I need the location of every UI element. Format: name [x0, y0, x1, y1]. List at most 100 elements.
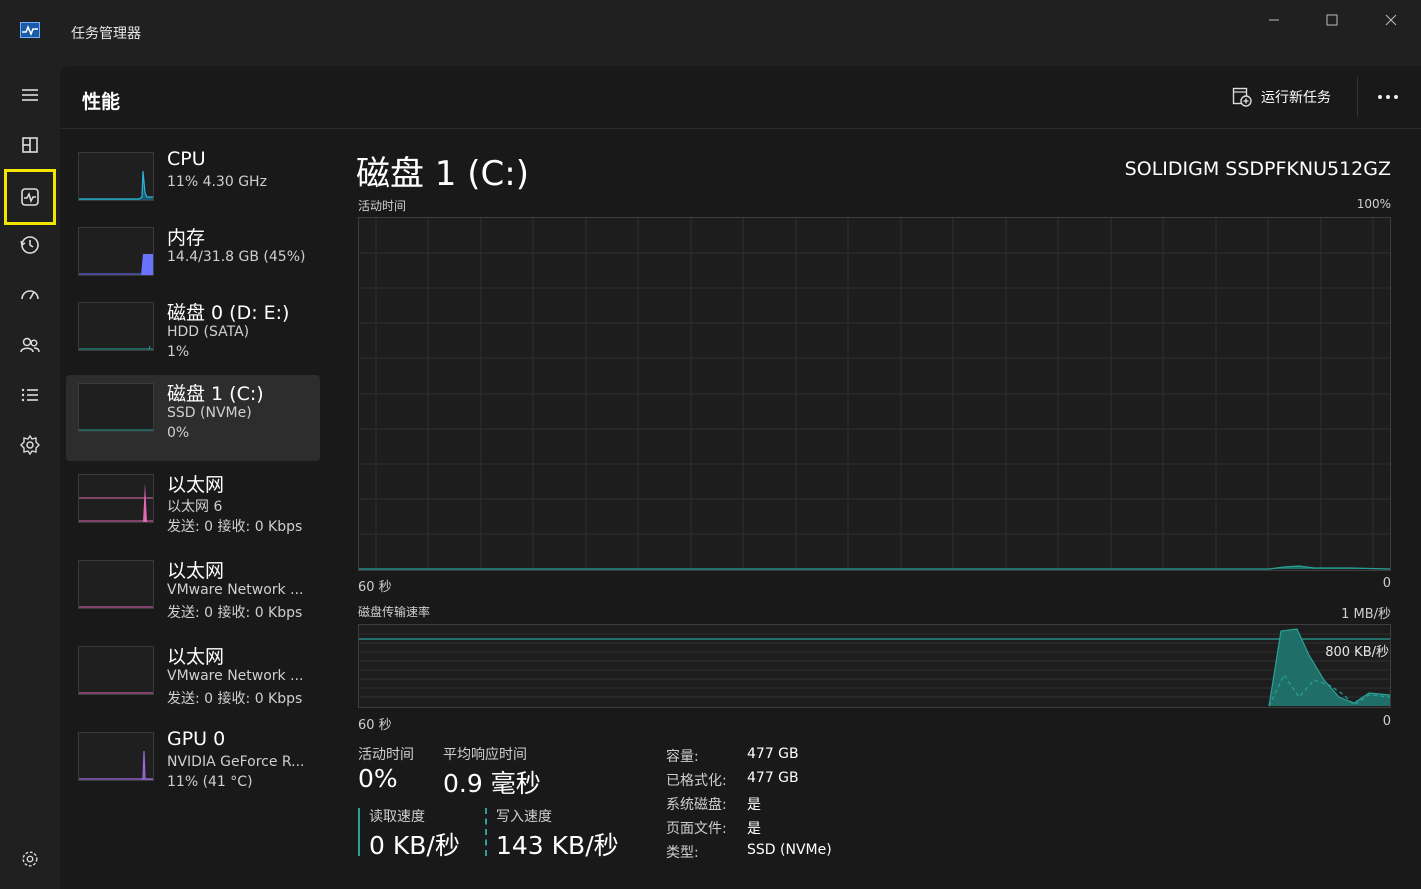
startup-icon: [21, 290, 39, 300]
prop-page-file-value: 是: [747, 821, 761, 837]
run-task-icon: [1232, 87, 1252, 107]
page-title: 性能: [82, 91, 121, 113]
active-time-graph-max: 100%: [1356, 197, 1391, 211]
run-new-task-label: 运行新任务: [1261, 90, 1331, 106]
prop-capacity-value: 477 GB: [747, 746, 799, 762]
device-name: GPU 0: [167, 728, 226, 750]
close-button[interactable]: [1376, 8, 1406, 32]
window-title: 任务管理器: [71, 26, 141, 42]
close-icon: [1385, 14, 1397, 26]
prop-type-label: 类型:: [666, 845, 699, 861]
device-detail: VMware Network ...: [167, 668, 304, 684]
run-new-task-button[interactable]: 运行新任务: [1232, 84, 1331, 110]
minimize-button[interactable]: [1259, 8, 1289, 32]
nav-users-button[interactable]: [5, 322, 55, 368]
device-detail: HDD (SATA): [167, 324, 250, 340]
header-divider: [1357, 77, 1358, 117]
device-item-ethernet-1[interactable]: 以太网 以太网 6 发送: 0 接收: 0 Kbps: [66, 466, 320, 552]
content-area: 性能 运行新任务 CPU 11% 4.30 GHz 内存 14.4/31.8 G…: [60, 66, 1421, 889]
maximize-button[interactable]: [1317, 8, 1347, 32]
device-name: 以太网: [167, 560, 225, 582]
device-item-disk-0[interactable]: 磁盘 0 (D: E:) HDD (SATA) 1%: [66, 294, 320, 380]
prop-formatted-value: 477 GB: [747, 770, 799, 786]
nav-details-button[interactable]: [5, 372, 55, 418]
nav-processes-button[interactable]: [5, 122, 55, 168]
device-item-ethernet-3[interactable]: 以太网 VMware Network ... 发送: 0 接收: 0 Kbps: [66, 638, 320, 724]
nav-app-history-button[interactable]: [5, 222, 55, 268]
device-detail: VMware Network ...: [167, 582, 304, 598]
device-item-memory[interactable]: 内存 14.4/31.8 GB (45%): [66, 219, 320, 305]
prop-formatted-label: 已格式化:: [666, 773, 727, 789]
nav-services-button[interactable]: [5, 422, 55, 468]
device-usage: 发送: 0 接收: 0 Kbps: [167, 691, 303, 707]
device-usage: 11% (41 °C): [167, 774, 253, 790]
read-speed-value: 0 KB/秒: [369, 831, 460, 860]
minimize-icon: [1269, 19, 1279, 21]
read-speed-marker: [358, 808, 360, 856]
prop-system-disk-value: 是: [747, 797, 761, 813]
avg-response-value: 0.9 毫秒: [443, 769, 541, 798]
transfer-rate-graph: [358, 624, 1391, 708]
device-name: CPU: [167, 148, 206, 170]
disk1-thumbnail-graph: [78, 383, 154, 432]
disk-model: SOLIDIGM SSDPFKNU512GZ: [1124, 158, 1391, 180]
device-name: 内存: [167, 227, 206, 249]
memory-thumbnail-graph: [78, 227, 154, 276]
active-time-graph-label: 活动时间: [358, 199, 407, 213]
title-bar: 任务管理器: [0, 0, 1421, 62]
device-usage: 发送: 0 接收: 0 Kbps: [167, 519, 303, 535]
nav-settings-button[interactable]: [5, 836, 55, 882]
transfer-graph-label: 磁盘传输速率: [358, 605, 431, 619]
nav-menu-button[interactable]: [5, 72, 55, 118]
nav-performance-button[interactable]: [4, 169, 56, 225]
device-item-gpu-0[interactable]: GPU 0 NVIDIA GeForce R... 11% (41 °C): [66, 724, 320, 810]
task-manager-app-icon: [20, 22, 40, 38]
device-item-cpu[interactable]: CPU 11% 4.30 GHz: [66, 144, 320, 230]
device-detail: NVIDIA GeForce R...: [167, 754, 305, 770]
maximize-icon: [1326, 14, 1338, 26]
active-time-x-left: 60 秒: [358, 580, 392, 595]
disk0-thumbnail-graph: [78, 302, 154, 351]
device-name: 磁盘 1 (C:): [167, 383, 264, 405]
device-usage: 发送: 0 接收: 0 Kbps: [167, 605, 303, 621]
avg-response-label: 平均响应时间: [443, 747, 527, 763]
write-speed-label: 写入速度: [496, 809, 552, 825]
device-name: 以太网: [167, 646, 225, 668]
detail-title: 磁盘 1 (C:): [356, 154, 529, 194]
prop-system-disk-label: 系统磁盘:: [666, 797, 727, 813]
cpu-thumbnail-graph: [78, 152, 154, 201]
nav-startup-button[interactable]: [5, 272, 55, 318]
nav-rail: [0, 62, 60, 889]
read-speed-label: 读取速度: [369, 809, 425, 825]
device-detail: 11% 4.30 GHz: [167, 174, 267, 190]
device-detail: 14.4/31.8 GB (45%): [167, 249, 306, 265]
performance-icon: [21, 188, 39, 206]
app-history-icon: [20, 236, 39, 254]
ethernet1-thumbnail-graph: [78, 474, 154, 523]
hamburger-icon: [22, 89, 38, 101]
write-speed-marker: [485, 808, 487, 856]
transfer-marker-label: 800 KB/秒: [1325, 645, 1389, 660]
ethernet2-thumbnail-graph: [78, 560, 154, 609]
device-usage: 1%: [167, 344, 190, 360]
users-icon: [20, 337, 40, 353]
device-detail: SSD (NVMe): [167, 405, 252, 421]
device-item-disk-1[interactable]: 磁盘 1 (C:) SSD (NVMe) 0%: [66, 375, 320, 461]
active-time-x-right: 0: [1382, 576, 1391, 591]
page-header: 性能 运行新任务: [60, 66, 1421, 129]
active-time-stat-value: 0%: [358, 764, 398, 793]
more-icon: [1378, 95, 1398, 99]
settings-icon: [22, 851, 38, 867]
transfer-graph-max: 1 MB/秒: [1341, 607, 1391, 622]
processes-icon: [22, 137, 38, 153]
ethernet3-thumbnail-graph: [78, 646, 154, 695]
device-name: 以太网: [167, 474, 225, 496]
transfer-x-right: 0: [1382, 714, 1391, 729]
device-item-ethernet-2[interactable]: 以太网 VMware Network ... 发送: 0 接收: 0 Kbps: [66, 552, 320, 638]
prop-type-value: SSD (NVMe): [747, 842, 832, 858]
prop-page-file-label: 页面文件:: [666, 821, 727, 837]
details-icon: [21, 388, 38, 402]
device-usage: 0%: [167, 425, 190, 441]
more-options-button[interactable]: [1372, 84, 1404, 110]
gpu-thumbnail-graph: [78, 732, 154, 781]
